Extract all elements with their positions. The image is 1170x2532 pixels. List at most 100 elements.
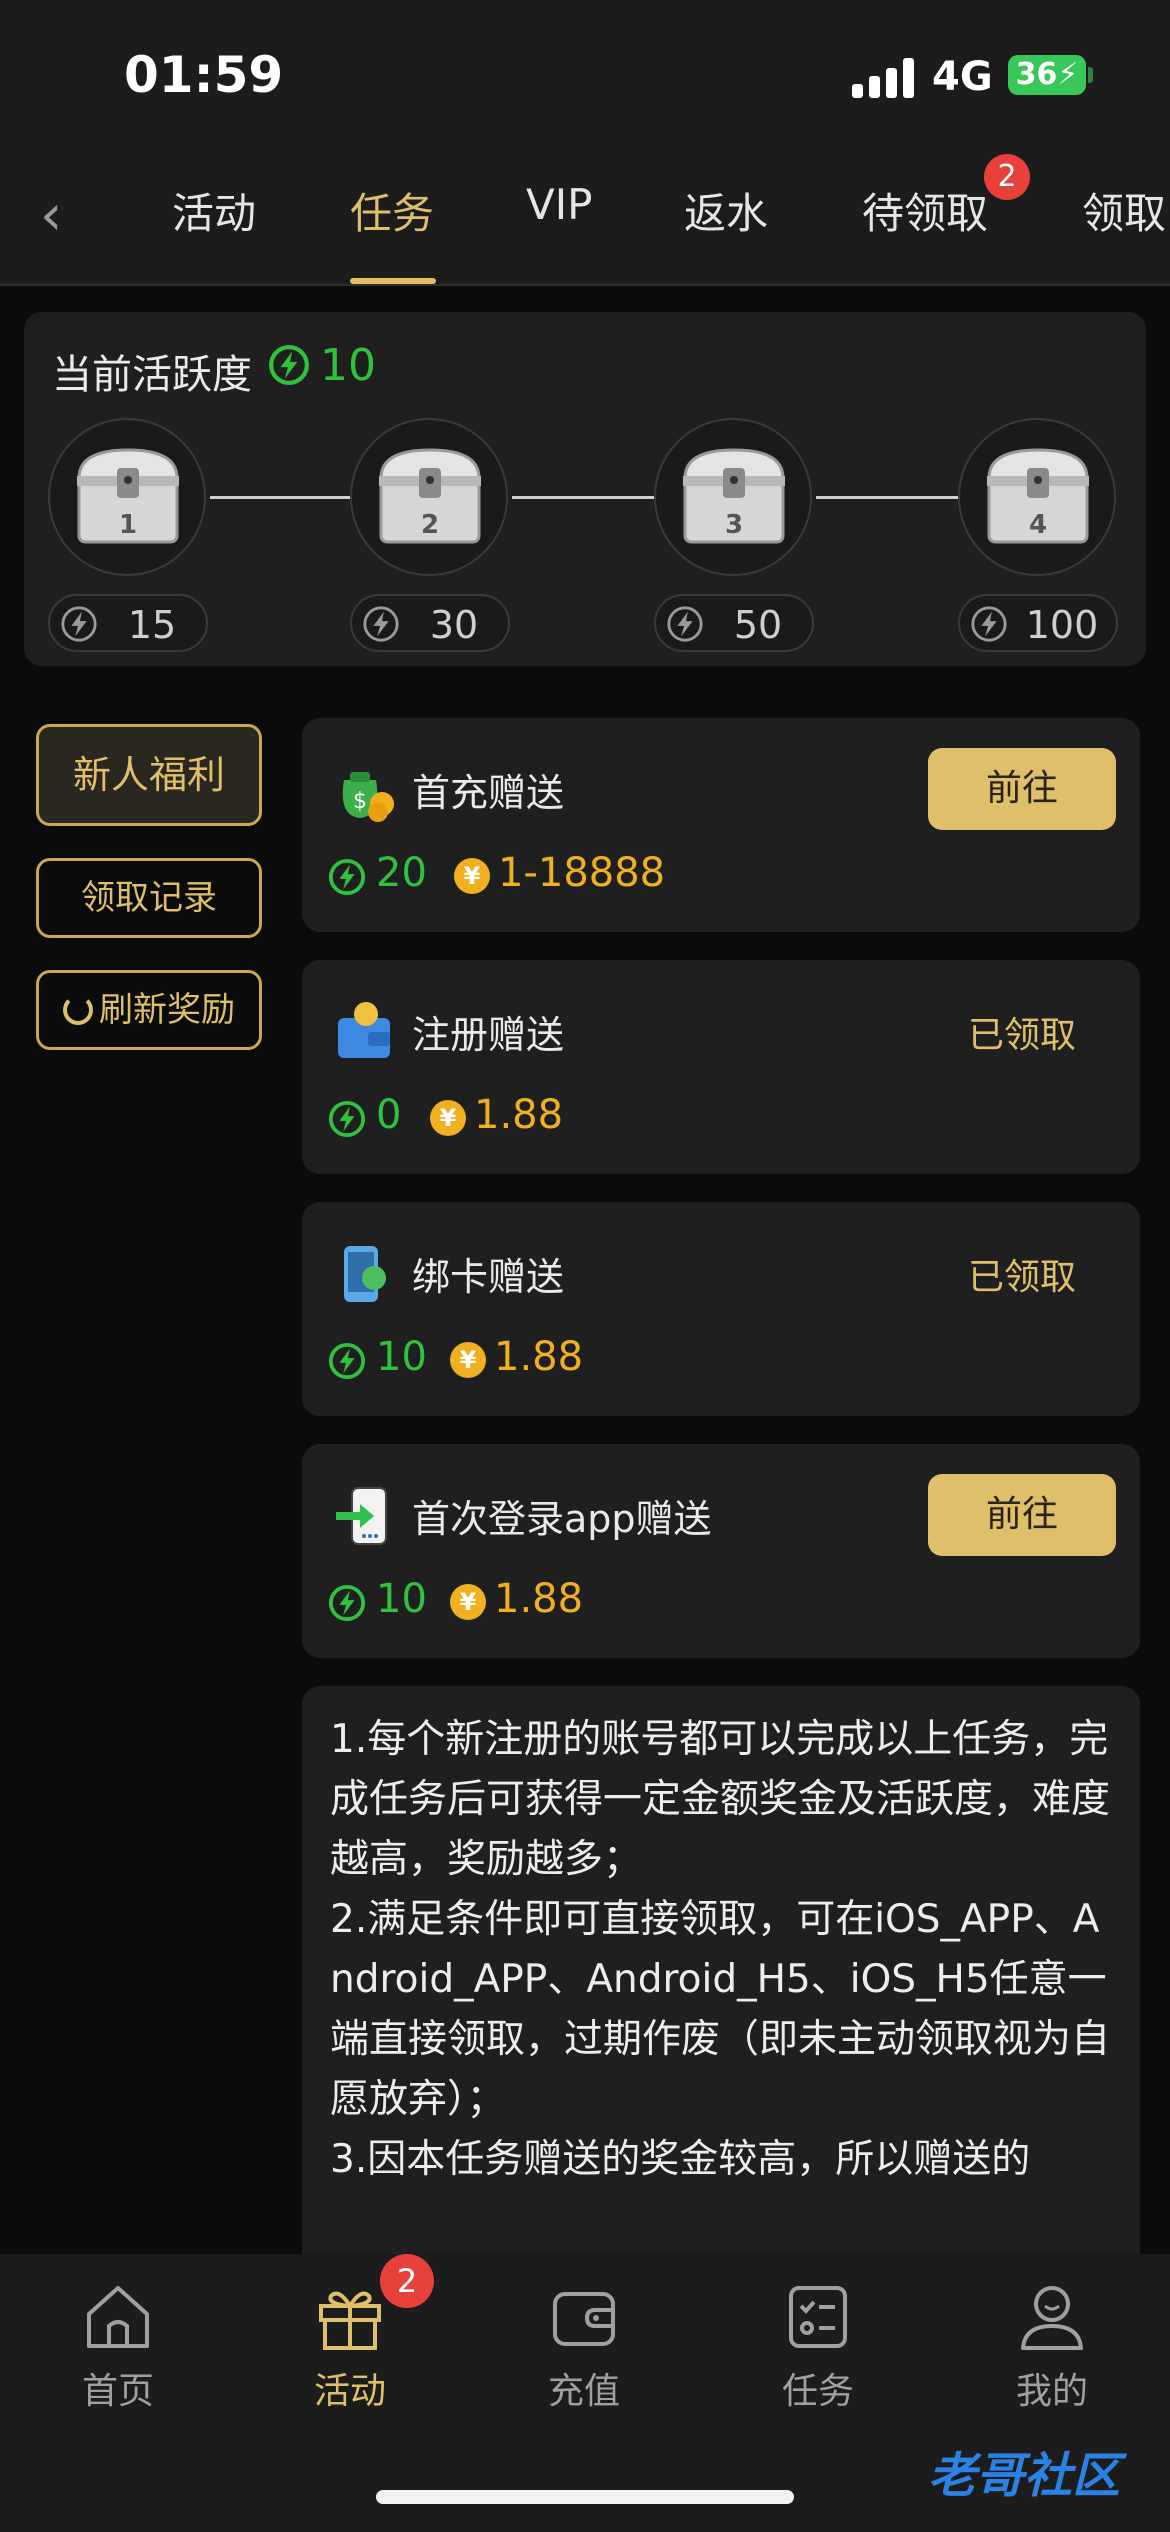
bonus-reward: 1-18888 [498,850,666,896]
nav-label: 我的 [1015,2371,1088,2412]
bolt-icon [61,606,97,642]
status-time: 01:59 [124,46,284,104]
chest-number: 2 [420,510,440,540]
refresh-icon [63,995,93,1025]
nav-label: 充值 [547,2371,620,2412]
activity-title: 当前活跃度 [52,352,252,398]
task-name: 绑卡赠送 [412,1255,565,1299]
activity-reward: 20 [376,850,427,896]
status-bar: 01:59 4G 36⚡ [0,0,1170,150]
requirement-value: 15 [127,603,177,647]
bolt-icon [971,606,1007,642]
top-tab-bar: ‹ 活动 任务 VIP 返水 待领取 2 领取 [0,150,1170,286]
activity-current-value: 10 [320,340,376,391]
chest-requirement-1: 15 [48,594,208,652]
watermark-logo: 老哥社区 [928,2448,1121,2504]
active-tab-indicator [350,278,436,284]
tab-activity[interactable]: 活动 [172,180,256,241]
wallet-icon [338,1002,390,1058]
chest-number: 4 [1028,510,1048,540]
home-indicator[interactable] [376,2490,794,2504]
activity-reward: 0 [376,1092,402,1138]
chest-number: 1 [118,510,138,540]
treasure-chest-1[interactable]: 1 [48,418,206,576]
activity-reward: 10 [376,1576,427,1622]
app-login-icon [336,1487,387,1545]
activity-reward: 10 [376,1334,427,1380]
user-icon [1021,2286,1083,2350]
task-card-first-app-login: 首次登录app赠送 前往 10 ¥ 1.88 [302,1444,1140,1658]
progress-arrow [210,488,374,506]
requirement-value: 30 [429,603,479,647]
claim-records-button[interactable]: 领取记录 [36,858,262,938]
task-card-first-deposit: $ 首充赠送 前往 20 ¥ 1-18888 [302,718,1140,932]
bolt-icon [667,606,703,642]
home-icon [87,2286,149,2348]
checklist-icon [789,2286,847,2348]
activity-nav-badge: 2 [380,2254,434,2308]
bolt-icon [328,1342,366,1380]
bind-card-phone-icon [344,1246,386,1302]
cellular-signal-icon [852,58,914,98]
task-name: 注册赠送 [412,1013,565,1057]
go-button[interactable]: 前往 [928,748,1116,830]
tab-tasks[interactable]: 任务 [350,180,434,241]
refresh-rewards-button[interactable]: 刷新奖励 [36,970,262,1050]
treasure-chest-2[interactable]: 2 [350,418,508,576]
tab-pending[interactable]: 待领取 [862,180,988,241]
chest-requirement-3: 50 [654,594,814,652]
task-card-register: 注册赠送 已领取 0 ¥ 1.88 [302,960,1140,1174]
nav-label: 活动 [313,2371,386,2412]
svg-text:$: $ [353,789,367,814]
go-button[interactable]: 前往 [928,1474,1116,1556]
chest-requirement-2: 30 [350,594,510,652]
coin-icon: ¥ [454,858,490,894]
tab-claim[interactable]: 领取 [1082,180,1166,241]
bolt-icon [269,345,309,385]
task-name: 首次登录app赠送 [412,1497,712,1541]
task-name: 首充赠送 [412,771,565,815]
rules-text: 1.每个新注册的账号都可以完成以上任务，完成任务后可获得一定金额奖金及活跃度，难… [330,1717,1111,2182]
bolt-icon [328,1584,366,1622]
nav-label: 任务 [781,2371,854,2412]
coin-icon: ¥ [450,1584,486,1620]
network-type: 4G [932,54,993,100]
bonus-reward: 1.88 [494,1334,584,1380]
battery-tip [1088,67,1093,83]
nav-tasks[interactable]: 任务 [738,2280,898,2414]
gift-icon [319,2291,381,2350]
treasure-chest-4[interactable]: 4 [958,418,1116,576]
tab-vip[interactable]: VIP [526,180,592,229]
bolt-icon [328,858,366,896]
back-chevron-icon[interactable]: ‹ [40,186,88,246]
activity-panel: 当前活跃度 10 1 2 3 4 15 30 50 100 [24,312,1146,666]
nav-profile[interactable]: 我的 [972,2280,1132,2414]
bolt-icon [363,606,399,642]
requirement-value: 100 [1025,603,1099,647]
requirement-value: 50 [733,603,783,647]
claimed-status: 已领取 [967,1015,1076,1056]
bonus-reward: 1.88 [474,1092,564,1138]
wallet-icon [553,2292,615,2346]
chest-number: 3 [724,510,744,540]
nav-home[interactable]: 首页 [38,2280,198,2414]
newbie-benefits-button[interactable]: 新人福利 [36,724,262,826]
pending-count-badge: 2 [984,154,1030,200]
progress-arrow [512,488,676,506]
money-bag-icon: $ [342,772,394,822]
tab-rebate[interactable]: 返水 [684,180,768,241]
claimed-status: 已领取 [967,1257,1076,1298]
battery-level: 36 [1015,57,1058,92]
task-card-bind-card: 绑卡赠送 已领取 10 ¥ 1.88 [302,1202,1140,1416]
chest-requirement-4: 100 [958,594,1118,652]
nav-recharge[interactable]: 充值 [504,2280,664,2414]
bolt-icon [328,1100,366,1138]
battery-icon: 36⚡ [1008,55,1086,95]
bonus-reward: 1.88 [494,1576,584,1622]
nav-label: 首页 [81,2371,154,2412]
treasure-chest-3[interactable]: 3 [654,418,812,576]
rules-panel[interactable]: 1.每个新注册的账号都可以完成以上任务，完成任务后可获得一定金额奖金及活跃度，难… [302,1686,1140,2254]
coin-icon: ¥ [430,1100,466,1136]
progress-arrow [816,488,980,506]
refresh-label: 刷新奖励 [99,990,235,1030]
